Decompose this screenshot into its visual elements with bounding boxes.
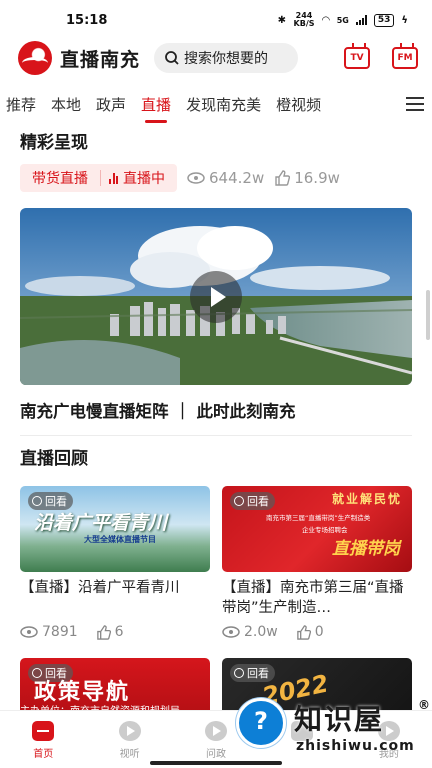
replay-card[interactable]: 回看 沿着广平看青川 大型全媒体直播节目 【直播】沿着广平看青川 7891 6 [20, 486, 210, 640]
thumb-headline: 就业解民忧 [331, 492, 402, 506]
search-icon [165, 51, 179, 65]
status-bar: 15:18 ✱ 244 KB/S ◠ 5G 53 ϟ [0, 0, 432, 40]
tab-live[interactable]: 直播 [141, 94, 171, 123]
live-status-label: 直播中 [123, 171, 165, 187]
replay-badge: 回看 [230, 664, 275, 682]
app-header: 直播南充 搜索你想要的 TV FM [0, 40, 432, 76]
thumb-subtitle: 大型全媒体直播节目 [84, 535, 156, 544]
tab-recommend[interactable]: 推荐 [6, 94, 36, 115]
live-status-tag: 直播中 [101, 168, 177, 188]
scrollbar[interactable] [426, 290, 430, 340]
live-tag-pill[interactable]: 带货直播 直播中 [20, 164, 177, 192]
replay-thumbnail: 回看 就业解民忧 南充市第三届“直播带岗”生产制造类 企业专场招聘会 直播带岗 [222, 486, 412, 572]
tab-discover[interactable]: 发现南充美 [186, 94, 261, 115]
tab-orange-video[interactable]: 橙视频 [276, 94, 321, 115]
brand-title: 直播南充 [60, 48, 141, 71]
live-info-row: 带货直播 直播中 644.2w 16.9w [20, 164, 412, 192]
thumb-title: 沿着广平看青川 [34, 512, 168, 534]
replay-title: 【直播】沿着广平看青川 [20, 580, 180, 596]
tv-button[interactable]: TV [344, 47, 370, 69]
tab-local[interactable]: 本地 [51, 94, 81, 115]
question-icon [236, 698, 286, 748]
radio-button[interactable]: FM [392, 47, 418, 69]
replay-thumbnail: 回看 沿着广平看青川 大型全媒体直播节目 [20, 486, 210, 572]
bluetooth-icon: ✱ [277, 14, 287, 26]
watermark: 知识屋 ® zhishiwu.com [236, 698, 432, 762]
registered-mark: ® [418, 698, 430, 712]
thumb-subtitle: 南充市第三届“直播带岗”生产制造类 [266, 514, 371, 522]
replay-stats: 7891 6 [20, 624, 210, 640]
signal-label: 5G [336, 15, 349, 25]
clock: 15:18 [66, 12, 108, 28]
replay-title: 【直播】南充市第三届“直播带岗”生产制造… [222, 580, 404, 616]
category-tag: 带货直播 [32, 171, 88, 187]
home-indicator [150, 761, 282, 765]
section-title-replays: 直播回顾 [20, 449, 88, 469]
like-count: 16.9w [274, 169, 340, 187]
replay-stats: 2.0w 0 [222, 624, 412, 640]
view-count: 7891 [20, 624, 78, 640]
radio-icon: FM [397, 53, 413, 63]
divider [20, 435, 412, 436]
battery-icon: 53 [373, 13, 395, 27]
watermark-url: zhishiwu.com [296, 738, 415, 754]
play-icon[interactable] [190, 270, 242, 323]
play-circle-icon [118, 721, 141, 741]
replay-card[interactable]: 回看 就业解民忧 南充市第三届“直播带岗”生产制造类 企业专场招聘会 直播带岗 … [222, 486, 412, 640]
search-placeholder: 搜索你想要的 [184, 51, 269, 67]
home-icon [32, 721, 55, 741]
thumb-title: 直播带岗 [332, 539, 400, 559]
eye-icon [187, 172, 205, 184]
thumbs-up-icon [296, 624, 311, 640]
app-logo [18, 41, 52, 75]
charging-icon: ϟ [401, 14, 408, 26]
like-count: 0 [296, 624, 324, 640]
section-title-featured: 精彩呈现 [20, 133, 88, 153]
wifi-icon: ◠ [322, 14, 330, 26]
replay-grid: 回看 沿着广平看青川 大型全媒体直播节目 【直播】沿着广平看青川 7891 6 … [20, 486, 412, 640]
thumb-subtitle-2: 企业专场招聘会 [302, 526, 348, 534]
signal-icon [355, 15, 367, 25]
search-input[interactable]: 搜索你想要的 [154, 43, 299, 73]
replay-badge: 回看 [230, 492, 275, 510]
replay-thumbnail: 回看 政策导航 主办单位：南充市自然资源和规划局 [20, 658, 210, 714]
view-count: 2.0w [222, 624, 278, 640]
tv-icon: TV [350, 53, 364, 63]
eye-icon [222, 626, 240, 638]
menu-icon[interactable] [406, 97, 424, 115]
thumbs-up-icon [96, 624, 111, 640]
like-count: 6 [96, 624, 124, 640]
bottom-tab-video[interactable]: 视听 [86, 711, 172, 768]
watermark-title: 知识屋 [294, 703, 385, 736]
inquiry-icon [205, 721, 228, 741]
replay-card[interactable]: 回看 政策导航 主办单位：南充市自然资源和规划局 [20, 658, 210, 714]
view-count: 644.2w [187, 169, 264, 187]
eye-icon [20, 626, 38, 638]
featured-caption[interactable]: 南充广电慢直播矩阵 ｜ 此时此刻南充 [20, 399, 412, 425]
status-icons: ✱ 244 KB/S ◠ 5G 53 ϟ [278, 12, 408, 28]
featured-video[interactable] [20, 208, 412, 385]
channel-tabs: 推荐 本地 政声 直播 发现南充美 橙视频 [0, 84, 432, 124]
bottom-tab-home[interactable]: 首页 [0, 711, 86, 768]
thumbs-up-icon [275, 170, 291, 186]
net-speed: 244 KB/S [293, 11, 315, 28]
live-bars-icon [109, 172, 118, 184]
tab-politics[interactable]: 政声 [96, 94, 126, 115]
